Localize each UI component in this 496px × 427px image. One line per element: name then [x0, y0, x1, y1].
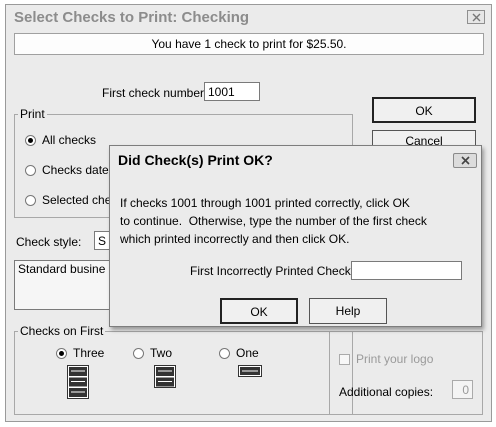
all-checks-radio[interactable] [25, 135, 36, 146]
first-check-label: First check number: [102, 86, 208, 100]
check-style-label: Check style: [16, 235, 82, 249]
first-check-input[interactable]: 1001 [204, 82, 260, 101]
one-check-icon [238, 365, 262, 377]
checks-dated-radio[interactable] [25, 165, 36, 176]
print-confirm-dialog: Did Check(s) Print OK? If checks 1001 th… [109, 145, 482, 327]
additional-copies-label: Additional copies: [339, 385, 434, 399]
dialog-title: Select Checks to Print: Checking [14, 9, 250, 26]
one-radio[interactable] [219, 348, 230, 359]
first-incorrect-label: First Incorrectly Printed Check: [190, 264, 355, 278]
print-logo-label: Print your logo [356, 352, 434, 366]
two-label: Two [150, 346, 173, 360]
additional-copies-input[interactable]: 0 [452, 380, 473, 399]
checks-on-first-group [14, 331, 353, 415]
two-checks-icon [154, 365, 176, 388]
popup-message-line: to continue. Otherwise, type the number … [120, 214, 427, 228]
popup-message-line: which printed incorrectly and then click… [120, 232, 350, 246]
close-icon [472, 13, 481, 22]
all-checks-label: All checks [42, 133, 97, 147]
two-radio[interactable] [133, 348, 144, 359]
popup-close-button[interactable] [453, 153, 477, 168]
ok-button[interactable]: OK [372, 97, 476, 123]
selected-checks-radio[interactable] [25, 195, 36, 206]
popup-title: Did Check(s) Print OK? [118, 152, 273, 168]
three-label: Three [73, 346, 105, 360]
close-icon [461, 156, 470, 165]
info-banner: You have 1 check to print for $25.50. [14, 33, 484, 55]
print-logo-checkbox[interactable] [339, 354, 350, 365]
first-incorrect-input[interactable] [351, 261, 462, 280]
logo-group [329, 331, 483, 415]
checks-on-first-label: Checks on First [18, 324, 106, 338]
one-label: One [236, 346, 259, 360]
three-radio[interactable] [56, 348, 67, 359]
popup-message-line: If checks 1001 through 1001 printed corr… [120, 196, 410, 210]
popup-ok-button[interactable]: OK [220, 298, 298, 324]
three-checks-icon [67, 365, 89, 399]
print-group-label: Print [18, 107, 47, 121]
selected-checks-label: Selected che [42, 193, 112, 207]
popup-help-button[interactable]: Help [309, 298, 387, 324]
checks-dated-label: Checks date [42, 163, 109, 177]
popup-message: If checks 1001 through 1001 printed corr… [120, 194, 470, 248]
close-button[interactable] [467, 10, 485, 24]
dialog-title-bar: Select Checks to Print: Checking [6, 5, 491, 29]
